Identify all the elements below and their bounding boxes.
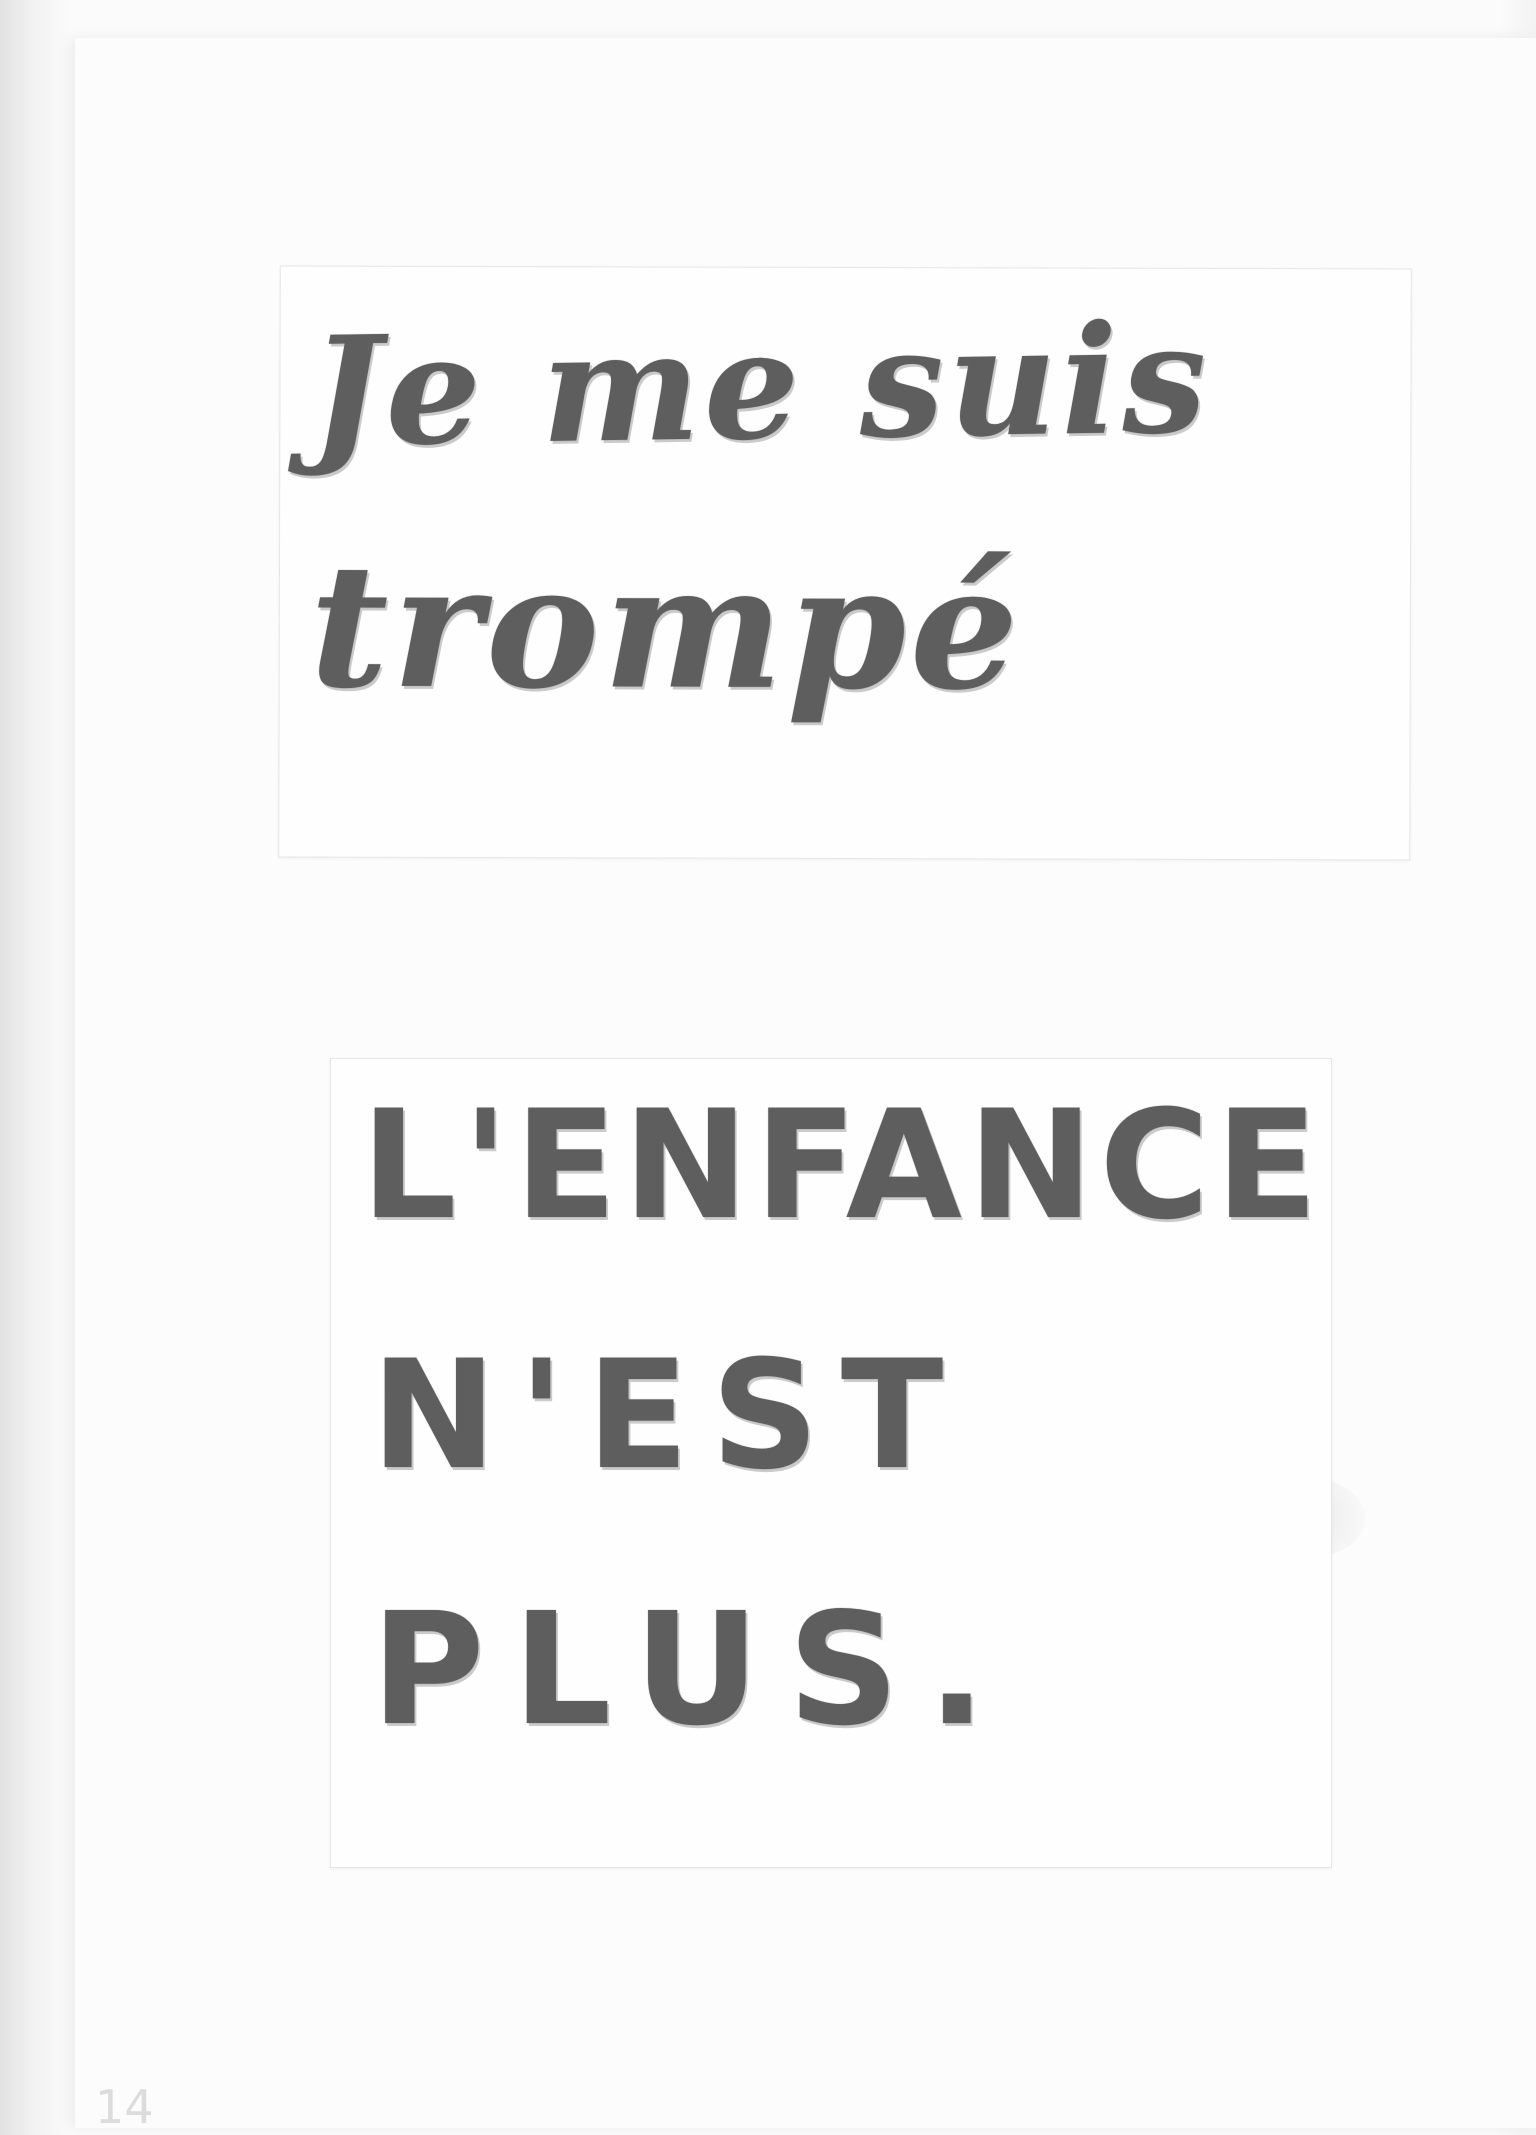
page-number: 14 [95,2080,154,2134]
handwritten-line-plus: PLUS. [371,1579,1015,1760]
handwritten-line-je-me-suis: Je me suis [309,291,1212,481]
handwritten-line-lenfance: L'ENFANCE [361,1079,1324,1253]
scanned-page: Je me suis trompé L'ENFANCE N'EST PLUS. … [0,0,1536,2135]
cutout-note-top: Je me suis trompé [278,265,1412,861]
cutout-note-bottom: L'ENFANCE N'EST PLUS. [330,1058,1332,1868]
handwritten-line-nest: N'EST [371,1329,966,1503]
handwritten-line-trompe: trompé [309,526,1023,729]
